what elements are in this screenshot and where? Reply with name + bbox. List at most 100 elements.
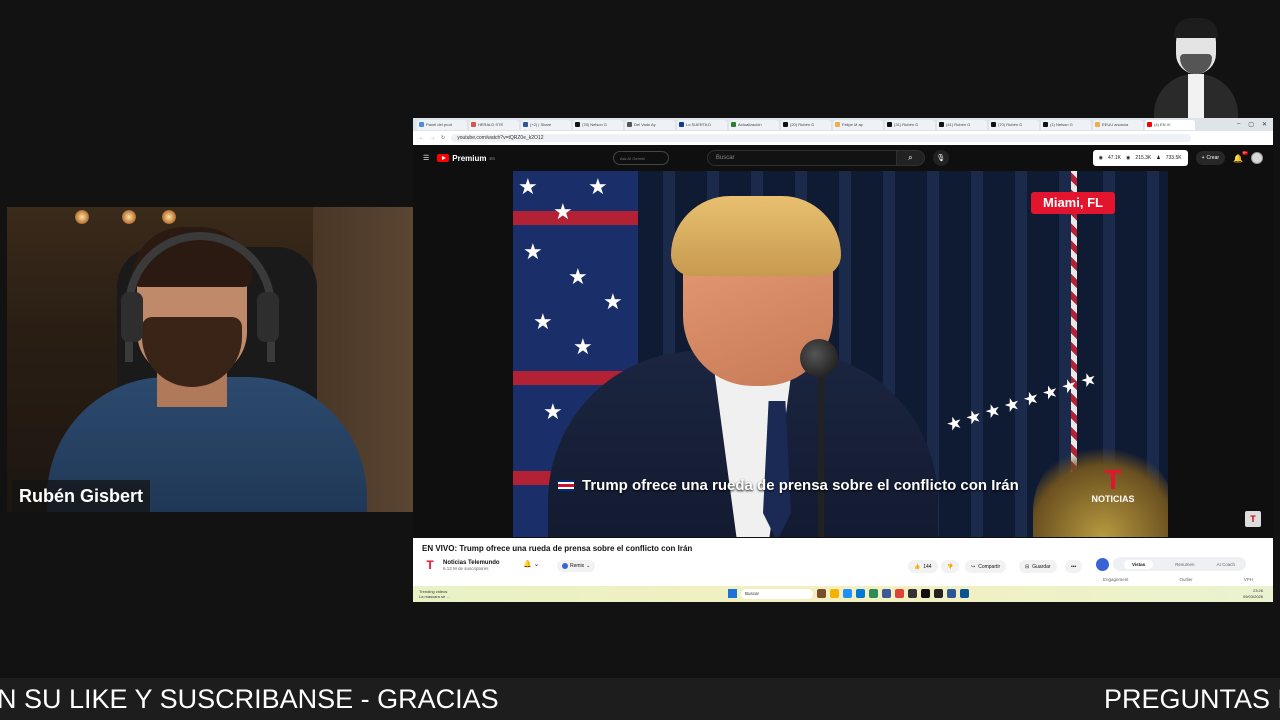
browser-tab[interactable]: (20) Rubén G [781, 119, 831, 130]
browser-tab[interactable]: HERALD STE [469, 119, 519, 130]
ceiling-lamp [122, 210, 136, 224]
menu-icon[interactable]: ☰ [423, 154, 429, 162]
tab-favicon-icon [627, 122, 632, 127]
browser-tab[interactable]: Felipe M ap [833, 119, 883, 130]
bookmark-icon: ⊟ [1025, 563, 1030, 570]
taskbar-app-icon[interactable] [856, 589, 865, 598]
browser-tab[interactable]: EEUU anuncia [1093, 119, 1143, 130]
tab-ai-coach[interactable]: AI Coach [1216, 562, 1235, 567]
like-count: 144 [923, 563, 932, 570]
taskbar-app-icon[interactable] [947, 589, 956, 598]
thumbs-down-icon: 👎 [947, 563, 954, 570]
taskbar-app-icon[interactable] [843, 589, 852, 598]
flag-star: ★ [518, 174, 538, 199]
search-button[interactable]: ⌕ [896, 150, 925, 166]
tab-label: (78) Nelson G [582, 122, 607, 127]
close-button[interactable]: ✕ [1262, 121, 1267, 128]
windows-start-icon[interactable] [728, 589, 737, 598]
tab-favicon-icon [835, 122, 840, 127]
tab-favicon-icon [1095, 122, 1100, 127]
maximize-button[interactable]: ▢ [1248, 121, 1254, 128]
remix-label: Remix [570, 563, 585, 569]
scrolling-ticker: N SU LIKE Y SUSCRIBANSE - GRACIAS PREGUN… [0, 678, 1280, 720]
widget-line: La mascara se ... [419, 594, 450, 599]
plus-icon: + [1201, 155, 1205, 161]
stream-canvas: Rubén Gisbert Panel del prod HERALD STE … [0, 0, 1280, 720]
browser-tab[interactable]: Del Vado Ay [625, 119, 675, 130]
extension-stats-bar[interactable]: ◉ 47.1K ◉ 215.3K ♟ 733.5K [1092, 150, 1188, 166]
back-icon[interactable]: ← [419, 135, 424, 141]
taskbar-clock[interactable]: 23:26 09/03/2026 [1243, 588, 1263, 599]
tab-resumen[interactable]: Resumen [1175, 562, 1194, 567]
forward-icon[interactable]: → [430, 135, 435, 141]
search-input[interactable]: Buscar [706, 150, 897, 166]
ai-assistant-pill[interactable]: Ask AI Gemini [612, 151, 669, 165]
browser-tab[interactable]: (+2) | Share [521, 119, 571, 130]
browser-tab[interactable]: Lo SUERTA D [677, 119, 727, 130]
taskbar-app-icon[interactable] [934, 589, 943, 598]
browser-window: Panel del prod HERALD STE (+2) | Share (… [413, 118, 1273, 602]
views-icon: ◉ [1126, 155, 1131, 161]
extension-icon[interactable] [1096, 557, 1109, 571]
subscriber-count: 6,13 M de suscriptores [443, 565, 489, 571]
taskbar-app-icon[interactable] [960, 589, 969, 598]
views-icon: ◉ [1098, 155, 1103, 161]
taskbar-app-icon[interactable] [869, 589, 878, 598]
dislike-button[interactable]: 👎 [941, 560, 960, 573]
panel-tabs: Vistas Resumen AI Coach [1113, 557, 1246, 571]
window-controls: – ▢ ✕ [1237, 121, 1273, 128]
flag-star: ★ [543, 399, 563, 424]
share-button[interactable]: ↪ Compartir [965, 560, 1007, 573]
reload-icon[interactable]: ↻ [441, 135, 445, 141]
like-button[interactable]: 👍 144 [908, 560, 938, 573]
channel-avatar[interactable]: T [423, 558, 437, 572]
flag-star: ★ [533, 309, 553, 334]
youtube-logo[interactable]: Premium ES [437, 154, 495, 163]
video-player[interactable]: ★ ★ ★ ★ ★ ★ ★ ★ ★ ★★★★★★★★ Miami, FL Tru… [513, 171, 1168, 537]
metric-labels: Engagement Outlier VPH [1103, 577, 1253, 582]
subscription-bell-button[interactable]: 🔔 ⌄ [523, 560, 540, 568]
taskbar-app-icon[interactable] [908, 589, 917, 598]
bell-icon: 🔔 [1233, 153, 1243, 163]
flag-star: ★ [568, 264, 588, 289]
browser-tab-active[interactable]: (4) EN VI [1145, 119, 1195, 130]
tab-label: (+2) | Share [530, 122, 552, 127]
share-label: Compartir [978, 563, 1001, 570]
caption-text: Trump ofrece una rueda de prensa sobre e… [582, 477, 1019, 494]
remix-button[interactable]: Remix ⌄ [557, 560, 596, 572]
chevron-down-icon: ⌄ [533, 561, 540, 568]
save-button[interactable]: ⊟ Guardar [1019, 560, 1057, 573]
channel-name[interactable]: Noticias Telemundo [443, 560, 500, 566]
taskbar-app-icon[interactable] [882, 589, 891, 598]
notifications-button[interactable]: 🔔 9+ [1233, 150, 1248, 163]
stat-value: 215.3K [1135, 155, 1152, 161]
channel-watermark-button[interactable]: T [1245, 511, 1261, 527]
tab-favicon-icon [419, 122, 424, 127]
taskbar-app-icon[interactable] [830, 589, 839, 598]
browser-tab[interactable]: (70) Rubén G [989, 119, 1039, 130]
voice-search-button[interactable]: 🎙 [932, 150, 949, 166]
windows-taskbar: Trending videos La mascara se ... Buscar… [413, 586, 1273, 602]
notification-badge: 9+ [1242, 150, 1248, 155]
taskbar-app-icon[interactable] [921, 589, 930, 598]
browser-tab[interactable]: Panel del prod [417, 119, 467, 130]
browser-tab[interactable]: (1) Nelson G [1041, 119, 1091, 130]
create-button[interactable]: + Crear [1195, 151, 1226, 165]
taskbar-app-icon[interactable] [895, 589, 904, 598]
lower-third-caption: Trump ofrece una rueda de prensa sobre e… [558, 477, 1019, 494]
browser-tab[interactable]: Actualización [729, 119, 779, 130]
browser-tab[interactable]: (31) Rubén G [885, 119, 935, 130]
browser-tab[interactable]: (41) Rubén G [937, 119, 987, 130]
taskbar-widget[interactable]: Trending videos La mascara se ... [419, 589, 450, 599]
channel-info[interactable]: T Noticias Telemundo 6,13 M de suscripto… [423, 558, 500, 572]
more-actions-button[interactable]: ••• [1065, 560, 1083, 573]
tab-favicon-icon [887, 122, 892, 127]
tab-vistas[interactable]: Vistas [1124, 559, 1154, 569]
share-icon: ↪ [971, 563, 976, 570]
taskbar-app-icon[interactable] [817, 589, 826, 598]
minimize-button[interactable]: – [1237, 121, 1240, 128]
url-field[interactable]: youtube.com/watch?v=tQRZ0e_k2O12 [451, 134, 1192, 142]
browser-tab[interactable]: (78) Nelson G [573, 119, 623, 130]
account-avatar[interactable] [1251, 152, 1263, 164]
taskbar-search-input[interactable]: Buscar [741, 589, 813, 599]
